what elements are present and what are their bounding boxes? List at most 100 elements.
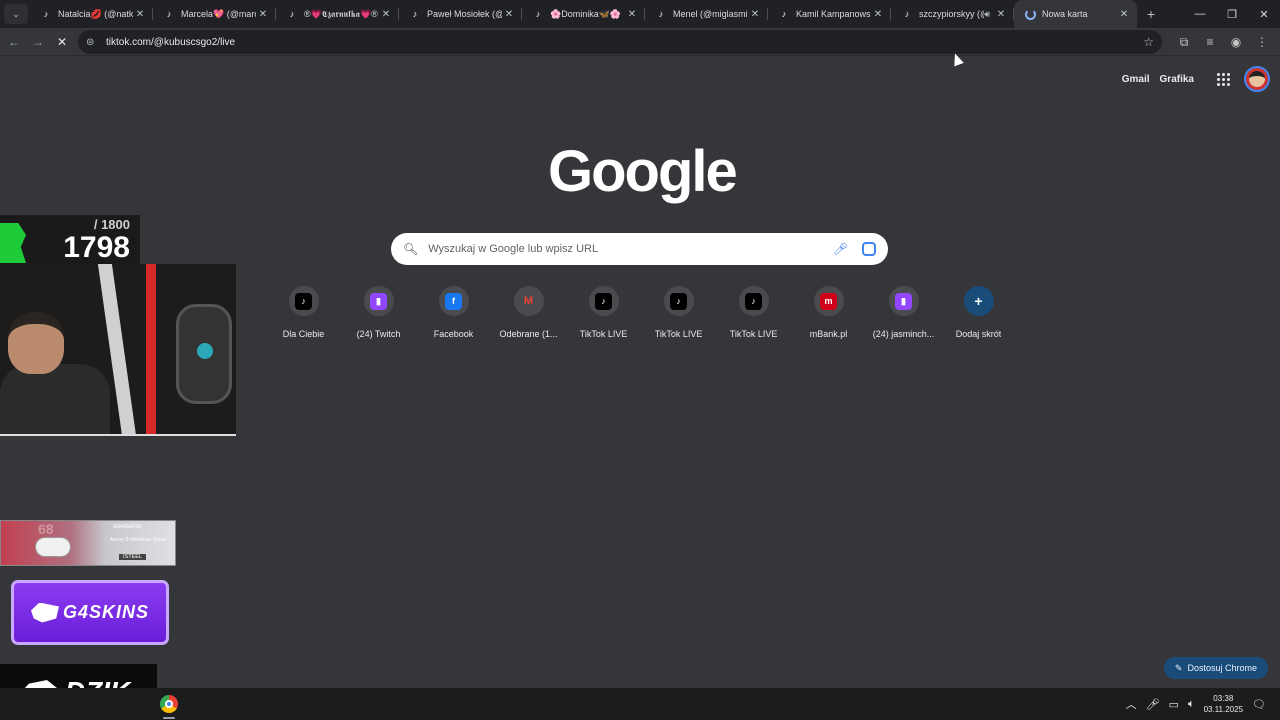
- tab-title: Marcela💖 (@marcel: [181, 8, 256, 19]
- clock[interactable]: 03:38 03.11.2025: [1204, 693, 1243, 715]
- shortcut-6[interactable]: ♪ TikTok LIVE: [716, 286, 791, 339]
- forward-button[interactable]: →: [26, 30, 50, 54]
- audio-icon[interactable]: 🔊︎: [984, 9, 990, 20]
- google-apps-icon[interactable]: [1212, 68, 1234, 90]
- shortcut-tile[interactable]: ▮: [363, 286, 394, 316]
- customize-chrome-label: Dostosuj Chrome: [1187, 663, 1257, 673]
- shortcut-tile[interactable]: +: [963, 286, 994, 316]
- steel-code: ISTEEL: [119, 554, 146, 560]
- shortcut-tile[interactable]: m: [813, 286, 844, 316]
- customize-chrome-button[interactable]: ✎ Dostosuj Chrome: [1163, 657, 1268, 679]
- gmail-link[interactable]: Gmail: [1122, 74, 1150, 85]
- tab-search-button[interactable]: ⌄: [4, 4, 28, 24]
- mouse-image: [35, 537, 71, 557]
- media-control-icon[interactable]: ≡: [1198, 30, 1222, 54]
- account-avatar[interactable]: [1244, 66, 1270, 92]
- menu-icon[interactable]: ⋮: [1250, 30, 1274, 54]
- minimize-button[interactable]: —: [1184, 0, 1216, 28]
- shortcut-label: Dla Ciebie: [282, 329, 325, 339]
- notification-icon[interactable]: 🗨︎: [1252, 698, 1266, 711]
- steel-model: Aerox 3 Wireless Snow: [109, 537, 167, 543]
- tab-6[interactable]: ♪ Kamil Kampanowski (✕: [768, 0, 891, 28]
- shortcut-2[interactable]: f Facebook: [416, 286, 491, 339]
- counter-green-flag: [0, 223, 26, 263]
- close-tab-icon[interactable]: ✕: [133, 9, 147, 20]
- google-logo: Google: [548, 139, 738, 204]
- streamer-face: [8, 312, 64, 374]
- volume-icon[interactable]: 🔈︎: [1188, 698, 1195, 711]
- tab-1[interactable]: ♪ Marcela💖 (@marcel✕: [153, 0, 276, 28]
- g4skins-logo: G4SKINS: [62, 602, 150, 622]
- tab-7[interactable]: ♪ szczypiorskyy (@ 🔊︎ ✕: [891, 0, 1014, 28]
- profile-icon[interactable]: ◉: [1224, 30, 1248, 54]
- tiktok-icon: ♪: [670, 292, 687, 310]
- shortcut-tile[interactable]: ♪: [288, 286, 319, 316]
- close-tab-icon[interactable]: ✕: [256, 9, 270, 20]
- new-tab-button[interactable]: +: [1137, 6, 1165, 22]
- tab-4[interactable]: ♪ 🌸Dominika🦋🌸 ✕: [522, 0, 645, 28]
- close-tab-icon[interactable]: ✕: [748, 9, 762, 20]
- close-tab-icon[interactable]: ✕: [1117, 9, 1131, 20]
- shortcut-label: Odebrane (1...: [499, 329, 558, 339]
- browser-window: ⌄ ♪Natalcia💋 (@natka✕♪Marcela💖 (@marcel✕…: [0, 0, 1280, 720]
- stop-loading-button[interactable]: ✕: [50, 30, 74, 54]
- shortcut-label: (24) Twitch: [356, 329, 401, 339]
- tab-3[interactable]: ♪ Paweł Mosiołek (@pa✕: [399, 0, 522, 28]
- shortcut-1[interactable]: ▮ (24) Twitch: [341, 286, 416, 339]
- twitch-icon: ▮: [895, 292, 912, 310]
- counter-value: 1798: [63, 231, 130, 264]
- tab-2[interactable]: ♪ ®💗𝕮𝖟𝖆𝖗𝖓𝖚𝖑𝖐𝖆💗® (✕: [276, 0, 399, 28]
- facebook-icon: f: [445, 292, 462, 310]
- address-bar[interactable]: ⊜ tiktok.com/@kubuscsgo2/live ☆: [78, 30, 1162, 54]
- twitch-icon: ▮: [370, 292, 387, 310]
- shortcut-label: (24) jasminch...: [872, 329, 935, 339]
- maximize-button[interactable]: ❐: [1216, 0, 1248, 28]
- shortcuts-grid: ♪ Dla Ciebie ▮ (24) Twitch f Facebook M Odebran…: [266, 286, 1016, 339]
- close-tab-icon[interactable]: ✕: [379, 9, 393, 20]
- shortcut-8[interactable]: ▮ (24) jasminch...: [866, 286, 941, 339]
- chrome-taskbar-icon[interactable]: [160, 695, 178, 713]
- close-window-button[interactable]: ✕: [1248, 0, 1280, 28]
- shortcut-9[interactable]: + Dodaj skrót: [941, 286, 1016, 339]
- site-info-icon[interactable]: ⊜: [86, 37, 100, 48]
- shortcut-tile[interactable]: ▮: [888, 286, 919, 316]
- voice-search-icon[interactable]: 🎤︎: [833, 242, 848, 256]
- counter-total: / 1800: [93, 217, 130, 232]
- tiger-icon: [30, 602, 59, 623]
- bookmark-star-icon[interactable]: ☆: [1143, 35, 1154, 49]
- extensions-icon[interactable]: ⧉: [1172, 30, 1196, 54]
- close-tab-icon[interactable]: ✕: [502, 9, 516, 20]
- tab-8[interactable]: Nowa karta ✕: [1014, 0, 1137, 28]
- close-tab-icon[interactable]: ✕: [625, 9, 639, 20]
- tab-title: Paweł Mosiołek (@pa: [427, 9, 502, 19]
- tab-0[interactable]: ♪ Natalcia💋 (@natka ✕: [30, 0, 153, 28]
- shortcut-5[interactable]: ♪ TikTok LIVE: [641, 286, 716, 339]
- shortcut-tile[interactable]: ♪: [738, 286, 769, 316]
- chevron-down-icon: ⌄: [12, 8, 20, 19]
- shortcut-4[interactable]: ♪ TikTok LIVE: [566, 286, 641, 339]
- shortcut-0[interactable]: ♪ Dla Ciebie: [266, 286, 341, 339]
- shortcut-7[interactable]: m mBank.pl: [791, 286, 866, 339]
- close-tab-icon[interactable]: ✕: [871, 9, 885, 20]
- tiktok-icon: ♪: [289, 9, 295, 19]
- shortcut-tile[interactable]: ♪: [588, 286, 619, 316]
- back-button[interactable]: ←: [2, 30, 26, 54]
- shortcut-tile[interactable]: f: [438, 286, 469, 316]
- shortcut-label: mBank.pl: [809, 329, 848, 339]
- tab-5[interactable]: ♪ Menel (@miglasmig ✕: [645, 0, 768, 28]
- chevron-up-icon[interactable]: ︿: [1126, 696, 1137, 712]
- shortcut-tile[interactable]: M: [513, 286, 544, 316]
- search-input[interactable]: Wyszukaj w Google lub wpisz URL: [428, 243, 833, 255]
- search-box[interactable]: 🔍︎ Wyszukaj w Google lub wpisz URL 🎤︎: [391, 233, 888, 265]
- lens-search-icon[interactable]: [862, 242, 876, 256]
- tiktok-icon: ♪: [781, 9, 787, 19]
- shortcut-3[interactable]: M Odebrane (1...: [491, 286, 566, 339]
- address-url[interactable]: tiktok.com/@kubuscsgo2/live: [106, 37, 235, 48]
- shortcut-tile[interactable]: ♪: [663, 286, 694, 316]
- tiktok-icon: ♪: [745, 292, 762, 310]
- microphone-icon[interactable]: 🎤︎: [1146, 698, 1160, 711]
- network-icon[interactable]: ▭: [1169, 698, 1179, 711]
- images-link[interactable]: Grafika: [1160, 74, 1194, 85]
- search-icon: 🔍︎: [403, 242, 419, 256]
- close-tab-icon[interactable]: ✕: [994, 9, 1008, 20]
